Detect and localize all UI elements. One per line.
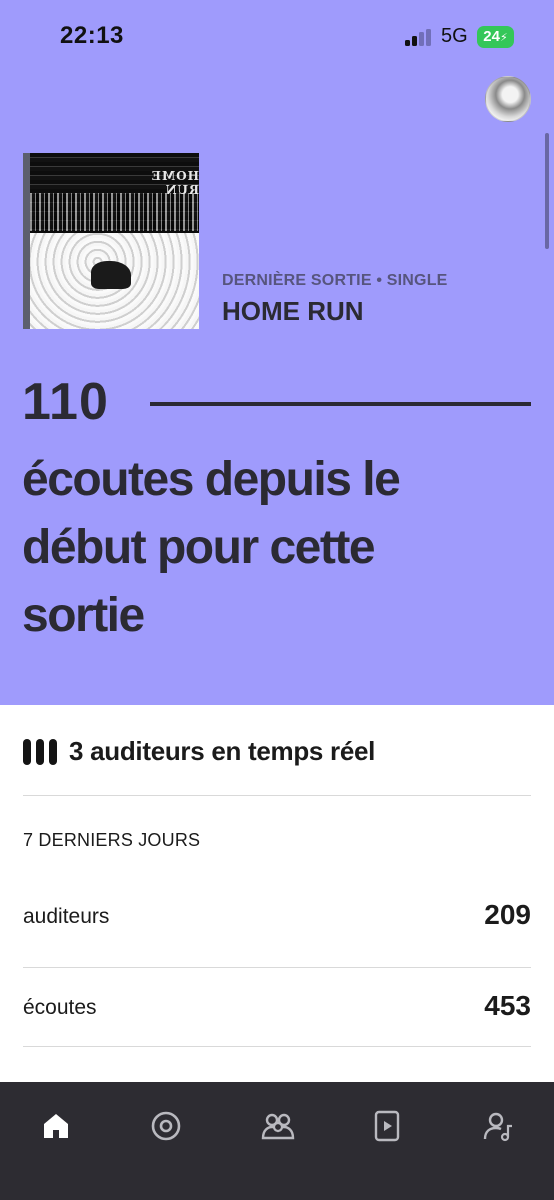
divider (23, 1046, 531, 1047)
stat-label: auditeurs (23, 905, 110, 928)
profile-avatar[interactable] (485, 76, 531, 122)
scrollbar[interactable] (545, 133, 549, 249)
divider (23, 795, 531, 796)
stat-row-listeners[interactable]: auditeurs 209 (23, 899, 531, 939)
home-icon (44, 1114, 68, 1138)
last-7-days-heading: 7 DERNIERS JOURS (23, 830, 201, 850)
stat-value: 453 (484, 990, 531, 1021)
release-cover-art[interactable]: HOME RUN (23, 153, 199, 329)
nav-home[interactable] (29, 1099, 83, 1153)
release-type-label: DERNIÈRE SORTIE • SINGLE (222, 272, 448, 289)
streams-count: 110 (22, 373, 109, 431)
network-type: 5G (441, 25, 468, 47)
realtime-label: 3 auditeurs en temps réel (69, 736, 376, 766)
artist-icon (483, 1112, 512, 1142)
divider (23, 967, 531, 968)
status-bar: 22:13 5G 24⚡ (0, 0, 554, 74)
people-icon (261, 1113, 295, 1140)
bottom-nav (0, 1082, 554, 1200)
streams-divider-line (150, 402, 531, 406)
nav-music[interactable] (139, 1099, 193, 1153)
play-icon (374, 1110, 400, 1142)
signal-icon (405, 29, 433, 46)
streams-caption: écoutes depuis le début pour cette sorti… (22, 453, 401, 642)
release-title[interactable]: HOME RUN (222, 296, 364, 327)
bars-icon (23, 739, 57, 765)
nav-profile[interactable] (471, 1099, 525, 1153)
nav-videos[interactable] (360, 1099, 414, 1153)
battery-level: 24 (483, 28, 500, 45)
disc-icon (151, 1111, 181, 1141)
status-time: 22:13 (60, 22, 124, 49)
cover-title-text: HOME RUN (150, 169, 199, 197)
release-hero: 22:13 5G 24⚡ HOME RUN DERNIÈRE SORTIE • … (0, 0, 554, 705)
stat-row-streams[interactable]: écoutes 453 (23, 990, 531, 1030)
stat-value: 209 (484, 899, 531, 930)
battery-icon: 24⚡ (477, 26, 514, 48)
nav-audience[interactable] (250, 1099, 304, 1153)
stat-label: écoutes (23, 996, 97, 1019)
